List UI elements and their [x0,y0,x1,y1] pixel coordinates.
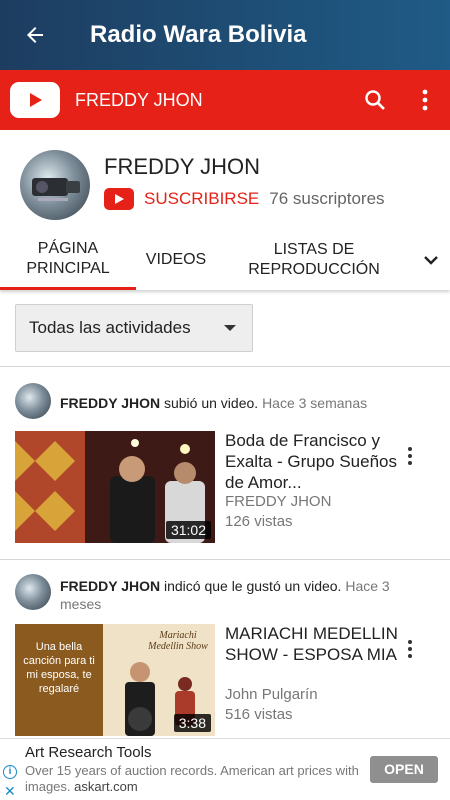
activity-description: FREDDY JHON subió un video. Hace 3 seman… [60,394,420,412]
more-vert-icon [408,447,412,451]
search-icon [365,90,385,110]
video-title[interactable]: Boda de Francisco y Exalta - Grupo Sueño… [225,430,400,493]
ad-headline[interactable]: Art Research Tools [25,744,151,761]
video-more-button[interactable] [398,634,422,664]
subscriber-count: 76 suscriptores [269,189,385,208]
youtube-logo-icon [10,82,60,118]
channel-toolbar: FREDDY JHON [0,70,450,130]
ad-domain: askart.com [74,779,138,794]
video-views: 126 vistas [225,513,293,530]
channel-avatar[interactable] [20,150,90,220]
app-title: Radio Wara Bolivia [90,21,307,48]
activity-action: indicó que le gustó un video. [163,578,342,594]
tab-videos[interactable]: VIDEOS [136,230,216,290]
app-bar: Radio Wara Bolivia [0,0,450,70]
activity-user[interactable]: FREDDY JHON [60,578,160,594]
activity-user[interactable]: FREDDY JHON [60,395,160,411]
activity-filter-value: Todas las actividades [29,318,191,337]
activity-item: FREDDY JHON indicó que le gustó un video… [0,560,450,738]
video-thumbnail[interactable]: Una bella canción para ti mi esposa, te … [15,624,215,736]
activity-time: Hace 3 semanas [262,395,368,411]
video-thumbnail[interactable]: 31:02 [15,431,215,543]
ad-description: Over 15 years of auction records. Americ… [25,763,365,795]
overflow-menu-button[interactable] [400,70,450,130]
video-duration: 31:02 [165,521,211,539]
youtube-play-icon [104,188,134,210]
video-duration: 3:38 [173,714,211,732]
subscribe-row: SUSCRIBIRSE 76 suscriptores [104,188,385,210]
toolbar-channel-name: FREDDY JHON [75,89,203,110]
activity-item: FREDDY JHON subió un video. Hace 3 seman… [0,367,450,559]
chevron-down-icon [424,256,438,265]
thumbnail-logo-text: Mariachi Medellin Show [148,630,208,652]
channel-header: FREDDY JHON SUSCRIBIRSE 76 suscriptores [0,130,450,230]
ad-open-button[interactable]: OPEN [370,756,438,783]
activity-filter-dropdown[interactable]: Todas las actividades [15,304,253,352]
dropdown-arrow-icon [224,325,236,331]
tab-playlists[interactable]: LISTAS DE REPRODUCCIÓN [216,230,412,290]
video-channel: John Pulgarín [225,686,318,703]
search-button[interactable] [350,70,400,130]
video-views: 516 vistas [225,706,293,723]
video-more-button[interactable] [398,441,422,471]
more-vert-icon [422,89,428,111]
ad-banner[interactable]: i ✕ Art Research Tools Over 15 years of … [0,738,450,800]
arrow-back-icon [27,27,43,43]
video-channel: FREDDY JHON [225,493,332,510]
user-avatar[interactable] [15,574,51,610]
activity-action: subió un video. [163,395,259,411]
channel-tabs: PÁGINA PRINCIPAL VIDEOS LISTAS DE REPROD… [0,230,450,290]
ad-info-icon[interactable]: i [3,765,17,779]
back-button[interactable] [0,0,70,70]
tab-home[interactable]: PÁGINA PRINCIPAL [0,230,136,290]
activity-description: FREDDY JHON indicó que le gustó un video… [60,577,420,613]
video-title[interactable]: MARIACHI MEDELLIN SHOW - ESPOSA MIA [225,623,400,665]
user-avatar[interactable] [15,383,51,419]
tabs-expand-button[interactable] [412,230,450,290]
channel-name: FREDDY JHON [104,154,261,179]
more-vert-icon [408,640,412,644]
thumbnail-caption: Una bella canción para ti mi esposa, te … [23,641,95,695]
ad-close-icon[interactable]: ✕ [4,783,16,800]
subscribe-button[interactable]: SUSCRIBIRSE [144,189,259,209]
